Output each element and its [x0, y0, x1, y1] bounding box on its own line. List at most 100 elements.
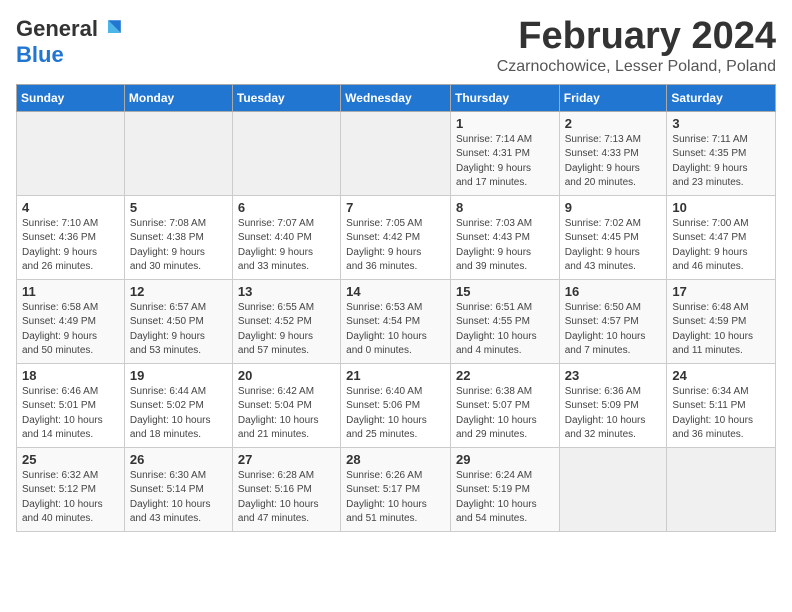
day-info: Sunrise: 7:10 AM Sunset: 4:36 PM Dayligh… — [22, 217, 119, 275]
calendar-cell: 23 Sunrise: 6:36 AM Sunset: 5:09 PM Dayli… — [559, 363, 667, 447]
day-number: 5 — [130, 200, 227, 215]
day-info: Sunrise: 7:14 AM Sunset: 4:31 PM Dayligh… — [456, 133, 554, 191]
calendar-cell — [124, 111, 232, 195]
day-info: Sunrise: 6:57 AM Sunset: 4:50 PM Dayligh… — [130, 301, 227, 359]
calendar-table: SundayMondayTuesdayWednesdayThursdayFrid… — [16, 84, 776, 532]
calendar-cell — [232, 111, 340, 195]
day-info: Sunrise: 6:53 AM Sunset: 4:54 PM Dayligh… — [346, 301, 445, 359]
calendar-cell: 21 Sunrise: 6:40 AM Sunset: 5:06 PM Dayli… — [341, 363, 451, 447]
calendar-cell: 22Sunrise: 6:38 AM Sunset: 5:07 PM Dayli… — [450, 363, 559, 447]
calendar-cell: 29 Sunrise: 6:24 AM Sunset: 5:19 PM Dayli… — [450, 447, 559, 531]
logo-blue-text: Blue — [16, 42, 64, 68]
day-info: Sunrise: 6:51 AM Sunset: 4:55 PM Dayligh… — [456, 301, 554, 359]
day-number: 18 — [22, 368, 119, 383]
day-number: 17 — [672, 284, 770, 299]
calendar-cell: 28 Sunrise: 6:26 AM Sunset: 5:17 PM Dayli… — [341, 447, 451, 531]
logo: General Blue — [16, 16, 124, 68]
calendar-cell — [559, 447, 667, 531]
calendar-cell: 1 Sunrise: 7:14 AM Sunset: 4:31 PM Daylig… — [450, 111, 559, 195]
day-info: Sunrise: 6:44 AM Sunset: 5:02 PM Dayligh… — [130, 385, 227, 443]
day-number: 6 — [238, 200, 335, 215]
calendar-cell — [17, 111, 125, 195]
calendar-cell: 19 Sunrise: 6:44 AM Sunset: 5:02 PM Dayli… — [124, 363, 232, 447]
day-number: 13 — [238, 284, 335, 299]
weekday-header-thursday: Thursday — [450, 84, 559, 111]
month-title: February 2024 — [497, 16, 776, 58]
calendar-cell: 8 Sunrise: 7:03 AM Sunset: 4:43 PM Daylig… — [450, 195, 559, 279]
calendar-cell: 15 Sunrise: 6:51 AM Sunset: 4:55 PM Dayli… — [450, 279, 559, 363]
day-number: 9 — [565, 200, 662, 215]
day-number: 7 — [346, 200, 445, 215]
calendar-cell: 27 Sunrise: 6:28 AM Sunset: 5:16 PM Dayli… — [232, 447, 340, 531]
day-info: Sunrise: 6:36 AM Sunset: 5:09 PM Dayligh… — [565, 385, 662, 443]
day-number: 12 — [130, 284, 227, 299]
day-info: Sunrise: 6:34 AM Sunset: 5:11 PM Dayligh… — [672, 385, 770, 443]
day-number: 20 — [238, 368, 335, 383]
day-info: Sunrise: 6:58 AM Sunset: 4:49 PM Dayligh… — [22, 301, 119, 359]
day-number: 24 — [672, 368, 770, 383]
day-info: Sunrise: 6:55 AM Sunset: 4:52 PM Dayligh… — [238, 301, 335, 359]
day-number: 25 — [22, 452, 119, 467]
calendar-cell: 16 Sunrise: 6:50 AM Sunset: 4:57 PM Dayli… — [559, 279, 667, 363]
day-number: 29 — [456, 452, 554, 467]
day-number: 23 — [565, 368, 662, 383]
calendar-cell: 11 Sunrise: 6:58 AM Sunset: 4:49 PM Dayli… — [17, 279, 125, 363]
calendar-cell: 20 Sunrise: 6:42 AM Sunset: 5:04 PM Dayli… — [232, 363, 340, 447]
day-number: 21 — [346, 368, 445, 383]
day-info: Sunrise: 6:28 AM Sunset: 5:16 PM Dayligh… — [238, 469, 335, 527]
day-number: 19 — [130, 368, 227, 383]
calendar-cell: 6 Sunrise: 7:07 AM Sunset: 4:40 PM Daylig… — [232, 195, 340, 279]
day-info: Sunrise: 6:32 AM Sunset: 5:12 PM Dayligh… — [22, 469, 119, 527]
day-info: Sunrise: 6:48 AM Sunset: 4:59 PM Dayligh… — [672, 301, 770, 359]
day-number: 26 — [130, 452, 227, 467]
day-info: Sunrise: 7:03 AM Sunset: 4:43 PM Dayligh… — [456, 217, 554, 275]
day-info: Sunrise: 7:07 AM Sunset: 4:40 PM Dayligh… — [238, 217, 335, 275]
day-number: 28 — [346, 452, 445, 467]
day-number: 11 — [22, 284, 119, 299]
location-title: Czarnochowice, Lesser Poland, Poland — [497, 58, 776, 76]
calendar-cell: 26 Sunrise: 6:30 AM Sunset: 5:14 PM Dayli… — [124, 447, 232, 531]
page-header: General Blue February 2024 Czarnochowice… — [16, 16, 776, 76]
day-number: 10 — [672, 200, 770, 215]
calendar-cell: 13 Sunrise: 6:55 AM Sunset: 4:52 PM Dayli… — [232, 279, 340, 363]
day-number: 14 — [346, 284, 445, 299]
day-info: Sunrise: 7:05 AM Sunset: 4:42 PM Dayligh… — [346, 217, 445, 275]
calendar-cell: 17 Sunrise: 6:48 AM Sunset: 4:59 PM Dayli… — [667, 279, 776, 363]
day-info: Sunrise: 7:02 AM Sunset: 4:45 PM Dayligh… — [565, 217, 662, 275]
calendar-cell: 14 Sunrise: 6:53 AM Sunset: 4:54 PM Dayli… — [341, 279, 451, 363]
day-info: Sunrise: 6:42 AM Sunset: 5:04 PM Dayligh… — [238, 385, 335, 443]
calendar-cell: 18Sunrise: 6:46 AM Sunset: 5:01 PM Dayli… — [17, 363, 125, 447]
weekday-header-saturday: Saturday — [667, 84, 776, 111]
calendar-cell — [667, 447, 776, 531]
calendar-cell: 5 Sunrise: 7:08 AM Sunset: 4:38 PM Daylig… — [124, 195, 232, 279]
day-number: 4 — [22, 200, 119, 215]
calendar-cell: 10Sunrise: 7:00 AM Sunset: 4:47 PM Dayli… — [667, 195, 776, 279]
calendar-cell: 7 Sunrise: 7:05 AM Sunset: 4:42 PM Daylig… — [341, 195, 451, 279]
logo-icon — [100, 17, 124, 41]
calendar-cell: 4 Sunrise: 7:10 AM Sunset: 4:36 PM Daylig… — [17, 195, 125, 279]
calendar-cell: 3Sunrise: 7:11 AM Sunset: 4:35 PM Daylig… — [667, 111, 776, 195]
day-info: Sunrise: 6:50 AM Sunset: 4:57 PM Dayligh… — [565, 301, 662, 359]
day-info: Sunrise: 6:26 AM Sunset: 5:17 PM Dayligh… — [346, 469, 445, 527]
day-info: Sunrise: 6:30 AM Sunset: 5:14 PM Dayligh… — [130, 469, 227, 527]
day-info: Sunrise: 7:13 AM Sunset: 4:33 PM Dayligh… — [565, 133, 662, 191]
day-info: Sunrise: 6:38 AM Sunset: 5:07 PM Dayligh… — [456, 385, 554, 443]
weekday-header-tuesday: Tuesday — [232, 84, 340, 111]
weekday-header-friday: Friday — [559, 84, 667, 111]
logo-general-text: General — [16, 16, 98, 42]
day-number: 16 — [565, 284, 662, 299]
day-number: 8 — [456, 200, 554, 215]
title-area: February 2024 Czarnochowice, Lesser Pola… — [497, 16, 776, 76]
day-number: 15 — [456, 284, 554, 299]
calendar-cell: 9 Sunrise: 7:02 AM Sunset: 4:45 PM Daylig… — [559, 195, 667, 279]
day-number: 27 — [238, 452, 335, 467]
day-number: 2 — [565, 116, 662, 131]
calendar-cell: 2 Sunrise: 7:13 AM Sunset: 4:33 PM Daylig… — [559, 111, 667, 195]
day-info: Sunrise: 7:08 AM Sunset: 4:38 PM Dayligh… — [130, 217, 227, 275]
weekday-header-monday: Monday — [124, 84, 232, 111]
day-info: Sunrise: 6:24 AM Sunset: 5:19 PM Dayligh… — [456, 469, 554, 527]
day-info: Sunrise: 6:40 AM Sunset: 5:06 PM Dayligh… — [346, 385, 445, 443]
day-number: 1 — [456, 116, 554, 131]
day-info: Sunrise: 7:11 AM Sunset: 4:35 PM Dayligh… — [672, 133, 770, 191]
calendar-cell: 12 Sunrise: 6:57 AM Sunset: 4:50 PM Dayli… — [124, 279, 232, 363]
